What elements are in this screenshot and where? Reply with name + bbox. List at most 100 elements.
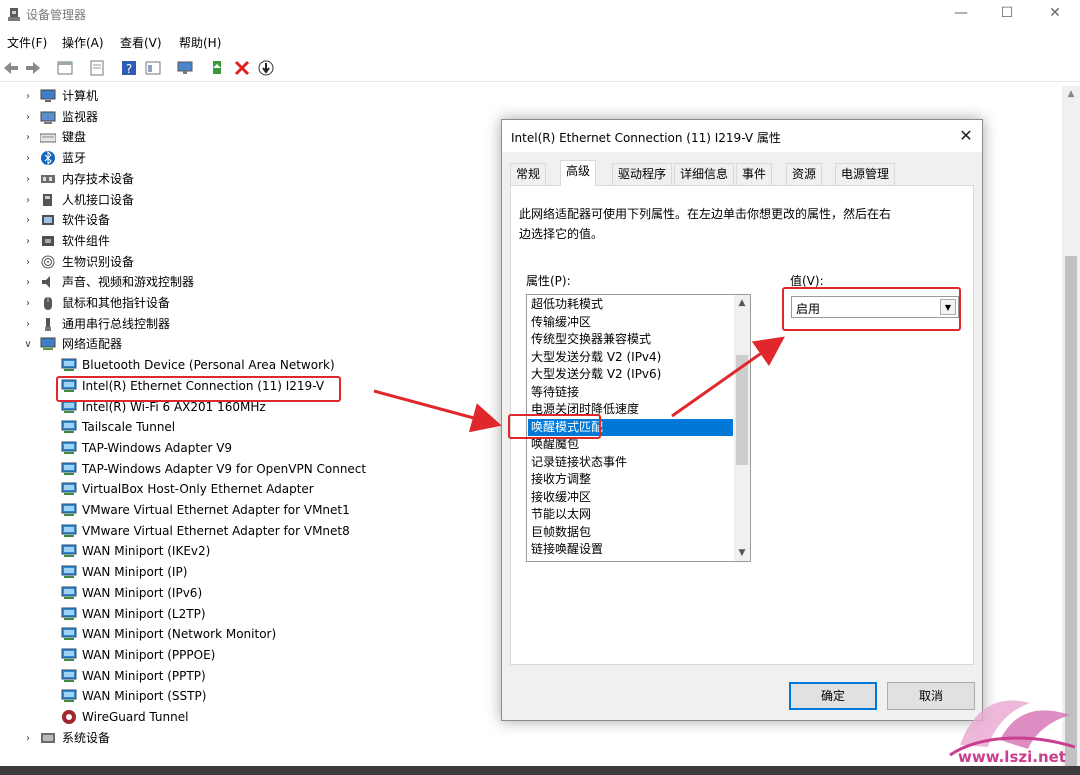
view-icon[interactable] — [144, 59, 162, 77]
network-card-icon — [61, 358, 77, 372]
list-scroll-up-icon[interactable]: ▲ — [734, 295, 750, 311]
property-list-item[interactable]: 接收缓冲区 — [528, 489, 733, 507]
tree-adapter-label: VMware Virtual Ethernet Adapter for VMne… — [82, 523, 350, 538]
tree-adapter-label: WAN Miniport (SSTP) — [82, 689, 207, 704]
dialog-title-bar: Intel(R) Ethernet Connection (11) I219-V… — [502, 120, 982, 152]
chevron-right-icon[interactable]: › — [22, 86, 34, 107]
tab-general[interactable]: 常规 — [510, 163, 547, 185]
menu-bar: 文件(F) 操作(A) 查看(V) 帮助(H) — [0, 32, 1080, 54]
tab-details[interactable]: 详细信息 — [674, 163, 735, 185]
property-list-item[interactable]: 大型发送分载 V2 (IPv6) — [528, 366, 733, 384]
property-list-item[interactable]: 传统型交换器兼容模式 — [528, 331, 733, 349]
tree-category-label: 生物识别设备 — [62, 254, 135, 269]
property-list-item[interactable]: 节能以太网 — [528, 506, 733, 524]
close-button[interactable]: ✕ — [1031, 0, 1079, 28]
tree-scrollbar[interactable]: ▲ — [1062, 86, 1080, 766]
chevron-right-icon[interactable]: › — [22, 272, 34, 293]
tree-category-label: 声音、视频和游戏控制器 — [62, 275, 195, 290]
update-driver-icon[interactable] — [208, 59, 226, 77]
property-list-item[interactable]: 链接唤醒设置 — [528, 541, 733, 559]
chevron-right-icon[interactable]: › — [22, 148, 34, 169]
chevron-right-icon[interactable]: › — [22, 293, 34, 314]
property-list-item[interactable]: 记录链接状态事件 — [528, 454, 733, 472]
property-list-item[interactable]: 传输缓冲区 — [528, 314, 733, 332]
window-title: 设备管理器 — [26, 8, 87, 22]
tree-adapter-label: WAN Miniport (IP) — [82, 565, 188, 580]
bluetooth-icon — [41, 151, 55, 166]
monitor-icon — [40, 111, 56, 124]
tree-category-label: 监视器 — [62, 109, 99, 124]
list-scroll-down-icon[interactable]: ▼ — [734, 545, 750, 561]
tree-adapter-label: WAN Miniport (IKEv2) — [82, 544, 211, 559]
network-adapter-icon — [40, 337, 56, 351]
property-list-item[interactable]: 接收方调整 — [528, 471, 733, 489]
enable-device-icon[interactable] — [257, 59, 275, 77]
show-hide-console-icon[interactable] — [56, 59, 74, 77]
property-list-scrollbar[interactable]: ▲ ▼ — [734, 295, 750, 561]
tab-events[interactable]: 事件 — [736, 163, 773, 185]
tree-category-after-0[interactable]: › 系统设备 — [0, 728, 1060, 749]
value-highlight-box — [782, 287, 961, 331]
property-list-item[interactable]: 超低功耗模式 — [528, 296, 733, 314]
ok-button[interactable]: 确定 — [789, 682, 877, 710]
menu-file[interactable]: 文件(F) — [7, 34, 47, 51]
tree-category-label: 系统设备 — [62, 730, 111, 745]
mouse-icon — [44, 297, 52, 310]
dialog-close-button[interactable]: ✕ — [952, 124, 980, 148]
property-list-scrollbar-thumb[interactable] — [736, 355, 748, 465]
tree-category-label: 键盘 — [62, 130, 87, 145]
tab-advanced[interactable]: 高级 — [560, 160, 597, 186]
back-arrow-icon[interactable] — [2, 59, 20, 77]
chevron-right-icon[interactable]: › — [22, 190, 34, 211]
description-line-1: 此网络适配器可使用下列属性。在左边单击你想更改的属性，然后在右 — [519, 207, 892, 221]
network-card-icon — [61, 544, 77, 558]
uninstall-device-icon[interactable] — [233, 59, 251, 77]
tab-resources[interactable]: 资源 — [786, 163, 823, 185]
scroll-up-arrow-icon[interactable]: ▲ — [1062, 86, 1080, 102]
menu-help[interactable]: 帮助(H) — [179, 34, 221, 51]
network-card-icon — [61, 482, 77, 496]
chevron-right-icon[interactable]: › — [22, 127, 34, 148]
network-card-icon — [61, 627, 77, 641]
device-manager-icon — [8, 8, 20, 21]
chevron-right-icon[interactable]: › — [22, 728, 34, 749]
tab-power-management[interactable]: 电源管理 — [835, 163, 896, 185]
network-card-icon — [61, 586, 77, 599]
tree-category-label: 软件组件 — [62, 233, 111, 248]
tab-driver[interactable]: 驱动程序 — [612, 163, 673, 185]
forward-arrow-icon[interactable] — [24, 59, 42, 77]
tree-category-label: 通用串行总线控制器 — [62, 316, 171, 331]
network-card-icon — [61, 648, 77, 661]
tree-adapter-label: Tailscale Tunnel — [82, 420, 176, 435]
network-card-icon — [61, 669, 77, 682]
tree-adapter-label: WAN Miniport (Network Monitor) — [82, 627, 277, 642]
tree-adapter-label: WAN Miniport (PPTP) — [82, 668, 206, 683]
tree-category-0[interactable]: › 计算机 — [0, 86, 1060, 107]
maximize-button[interactable]: ☐ — [983, 0, 1031, 28]
chevron-right-icon[interactable]: › — [22, 231, 34, 252]
help-icon[interactable]: ? — [120, 59, 138, 77]
menu-action[interactable]: 操作(A) — [62, 34, 104, 51]
properties-sheet-icon[interactable] — [88, 59, 106, 77]
description-text: 此网络适配器可使用下列属性。在左边单击你想更改的属性，然后在右 边选择它的值。 — [519, 204, 919, 244]
wireguard-icon — [62, 710, 76, 724]
network-card-icon — [61, 565, 77, 579]
chevron-right-icon[interactable]: › — [22, 107, 34, 128]
chevron-right-icon[interactable]: › — [22, 252, 34, 273]
computer-icon — [40, 89, 56, 102]
menu-view[interactable]: 查看(V) — [120, 34, 162, 51]
tree-adapter-label: WAN Miniport (L2TP) — [82, 606, 206, 621]
scan-hardware-icon[interactable] — [176, 59, 194, 77]
chevron-right-icon[interactable]: › — [22, 314, 34, 335]
chevron-down-icon[interactable]: ∨ — [22, 334, 34, 355]
chevron-right-icon[interactable]: › — [22, 169, 34, 190]
property-list-item[interactable]: 等待链接 — [528, 384, 733, 402]
property-list-item[interactable]: 巨帧数据包 — [528, 524, 733, 542]
minimize-button[interactable]: — — [937, 0, 985, 28]
tree-adapter-label: WireGuard Tunnel — [82, 710, 189, 724]
chevron-right-icon[interactable]: › — [22, 210, 34, 231]
property-list-item[interactable]: 大型发送分载 V2 (IPv4) — [528, 349, 733, 367]
property-label: 属性(P): — [526, 274, 571, 288]
network-card-icon — [61, 503, 77, 516]
tree-adapter-label: Bluetooth Device (Personal Area Network) — [82, 358, 335, 373]
